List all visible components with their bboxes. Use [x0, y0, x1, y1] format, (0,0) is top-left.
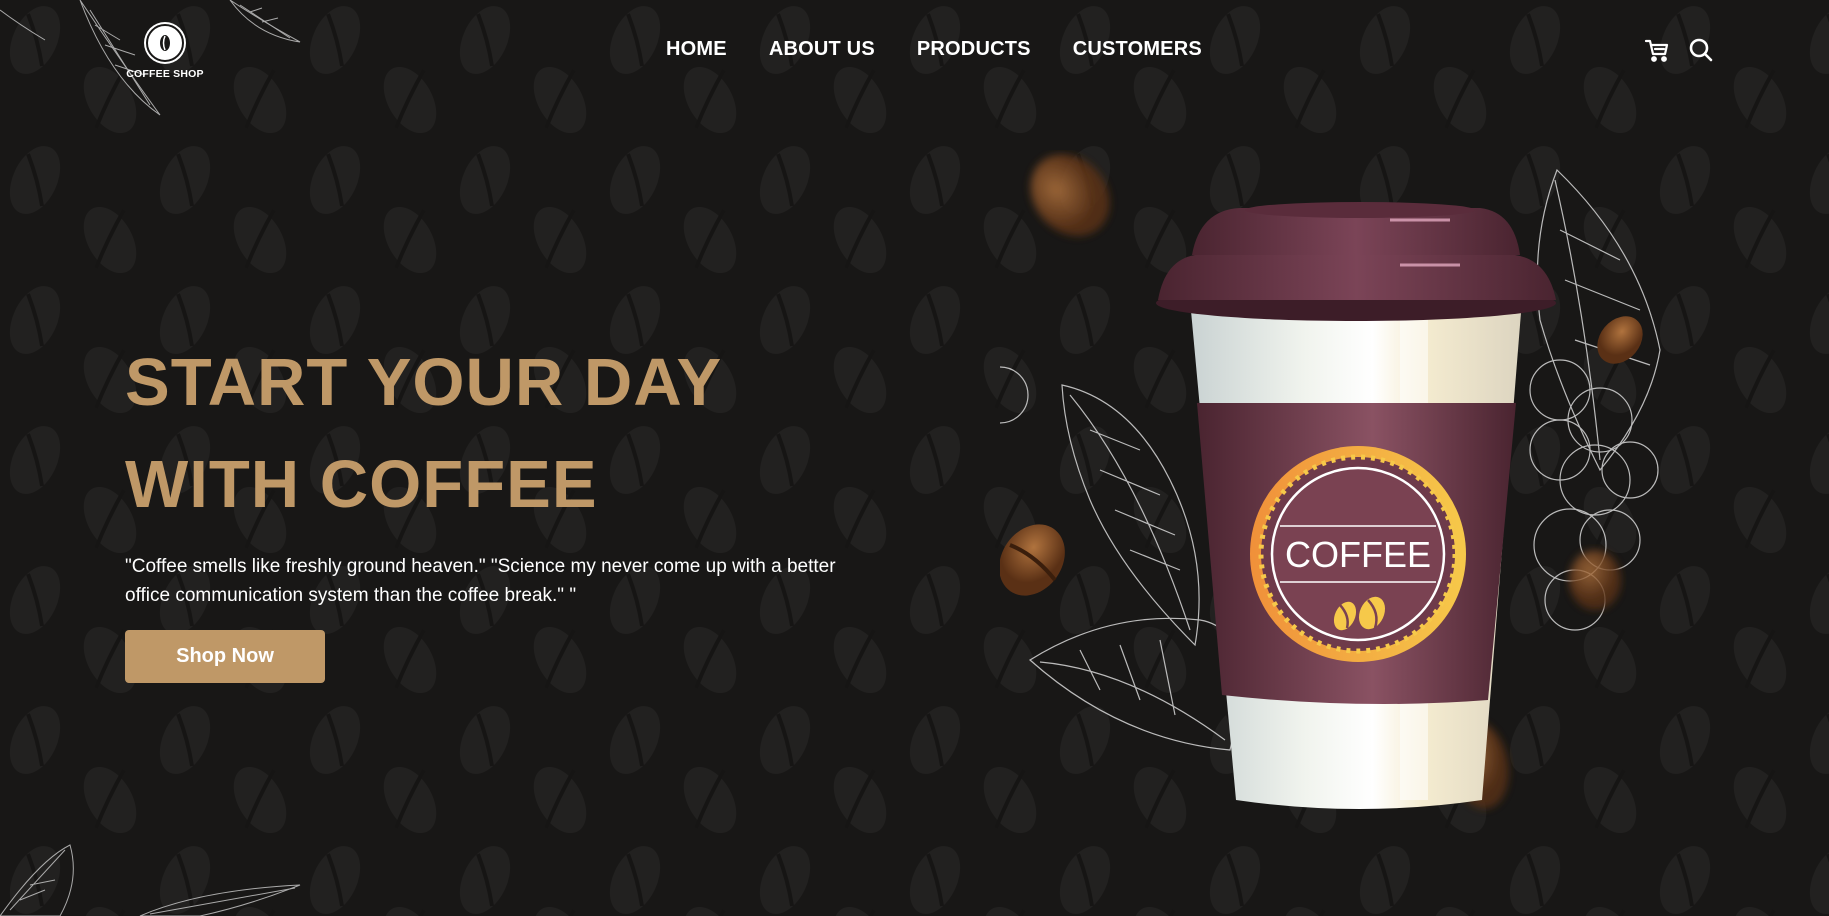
main-nav: HOME ABOUT US PRODUCTS CUSTOMERS: [666, 38, 1244, 61]
hero-headline: START YOUR DAY WITH COFFEE: [125, 332, 885, 536]
nav-about-us[interactable]: ABOUT US: [769, 38, 875, 61]
headline-line-2: WITH COFFEE: [125, 447, 598, 522]
shop-now-button[interactable]: Shop Now: [125, 630, 325, 683]
header-actions: [1644, 37, 1714, 63]
search-icon[interactable]: [1688, 37, 1714, 63]
nav-products[interactable]: PRODUCTS: [917, 38, 1031, 61]
leaf-illustration: [0, 844, 301, 916]
nav-customers[interactable]: CUSTOMERS: [1073, 38, 1202, 61]
cup-label: COFFEE: [1285, 534, 1431, 575]
headline-line-1: START YOUR DAY: [125, 345, 723, 420]
brand-logo[interactable]: COFFEE SHOP: [125, 22, 205, 80]
coffee-cup-illustration: COFFEE: [1000, 154, 1661, 809]
nav-home[interactable]: HOME: [666, 38, 727, 61]
site-header: COFFEE SHOP HOME ABOUT US PRODUCTS CUSTO…: [0, 0, 1829, 100]
cart-icon[interactable]: [1644, 37, 1670, 63]
hero-section: START YOUR DAY WITH COFFEE "Coffee smell…: [125, 332, 885, 683]
hero-quote: "Coffee smells like freshly ground heave…: [125, 556, 836, 606]
brand-name: COFFEE SHOP: [126, 68, 204, 80]
coffee-bean-logo-icon: [146, 24, 184, 62]
coffee-badge: COFFEE: [1250, 446, 1466, 662]
